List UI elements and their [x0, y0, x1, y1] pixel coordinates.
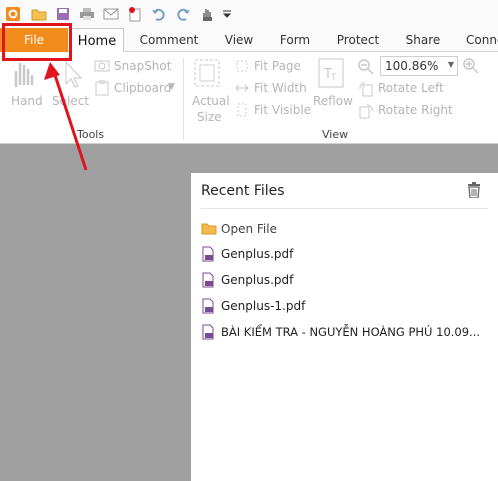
actual-size-line2[interactable]: Size — [197, 110, 222, 124]
pdf-file-icon — [201, 298, 217, 314]
pdf-file-icon — [201, 272, 217, 288]
ribbon-tabs: File Home Comment View Form Protect Shar… — [0, 28, 498, 53]
recent-file-name: Genplus.pdf — [221, 273, 294, 287]
fit-width-button[interactable]: Fit Width — [254, 81, 307, 95]
hand-button[interactable]: Hand — [11, 94, 43, 108]
recent-file-item[interactable]: Genplus.pdf — [201, 244, 293, 264]
reflow-icon: TT — [318, 58, 344, 91]
pdf-file-icon — [201, 246, 217, 262]
new-document-icon[interactable] — [126, 5, 144, 23]
recent-files-panel: Recent Files Open File Genplus.pdf Genpl… — [191, 173, 498, 481]
group-separator — [183, 58, 184, 140]
clipboard-dropdown-icon[interactable]: ▼ — [168, 82, 175, 92]
recent-file-item[interactable]: BÀI KIỂM TRA - NGUYỄN HOÀNG PHÚ 10.09... — [201, 322, 498, 342]
rotate-left-icon — [358, 81, 374, 100]
zoom-out-icon[interactable] — [358, 59, 374, 78]
annotation-arrow — [44, 62, 88, 171]
svg-text:T: T — [330, 73, 337, 83]
recent-file-item[interactable]: Genplus.pdf — [201, 270, 293, 290]
fit-visible-icon — [235, 103, 249, 120]
tab-comment[interactable]: Comment — [132, 28, 206, 52]
tab-share[interactable]: Share — [396, 28, 450, 52]
zoom-in-icon[interactable] — [463, 58, 479, 77]
hand-icon — [10, 58, 36, 91]
undo-icon[interactable] — [150, 5, 168, 23]
tab-view[interactable]: View — [214, 28, 264, 52]
trash-icon[interactable] — [467, 182, 481, 201]
tab-protect[interactable]: Protect — [328, 28, 388, 52]
recent-file-name: Genplus-1.pdf — [221, 299, 306, 313]
zoom-level-field[interactable]: 100.86% ▼ — [380, 56, 458, 76]
hand-tool-icon[interactable] — [198, 5, 216, 23]
redo-icon[interactable] — [174, 5, 192, 23]
group-label-view: View — [322, 128, 349, 141]
zoom-dropdown-icon[interactable]: ▼ — [448, 60, 454, 69]
customize-dropdown-icon[interactable] — [220, 5, 234, 23]
rotate-right-icon — [358, 103, 374, 122]
rotate-left-button[interactable]: Rotate Left — [378, 81, 444, 95]
reflow-button[interactable]: Reflow — [313, 94, 353, 108]
open-file-label: Open File — [221, 222, 277, 236]
tab-connect[interactable]: Conne — [460, 28, 498, 52]
actual-size-line1[interactable]: Actual — [192, 94, 230, 108]
quick-access-toolbar — [0, 0, 498, 28]
recent-file-name: Genplus.pdf — [221, 247, 294, 261]
clipboard-button[interactable]: Clipboard — [114, 81, 171, 95]
fit-page-icon — [235, 59, 249, 76]
file-tab-highlight-box — [2, 23, 72, 61]
save-icon[interactable] — [54, 5, 72, 23]
snapshot-button[interactable]: SnapShot — [114, 59, 171, 73]
recent-file-item[interactable]: Genplus-1.pdf — [201, 296, 305, 316]
open-file-link[interactable]: Open File — [201, 219, 277, 239]
panel-divider — [201, 208, 488, 209]
zoom-value: 100.86% — [385, 59, 439, 73]
tab-home[interactable]: Home — [70, 28, 124, 53]
fit-visible-button[interactable]: Fit Visible — [254, 103, 311, 117]
rotate-right-button[interactable]: Rotate Right — [378, 103, 453, 117]
app-logo-icon — [4, 5, 22, 23]
fit-width-icon — [235, 81, 249, 98]
open-folder-icon[interactable] — [30, 5, 48, 23]
recent-file-name: BÀI KIỂM TRA - NGUYỄN HOÀNG PHÚ 10.09... — [221, 325, 481, 339]
recent-files-title: Recent Files — [201, 183, 285, 199]
folder-icon — [201, 221, 217, 237]
print-icon[interactable] — [78, 5, 96, 23]
tab-form[interactable]: Form — [270, 28, 320, 52]
actual-size-icon — [193, 58, 221, 91]
pdf-file-icon — [201, 324, 217, 340]
fit-page-button[interactable]: Fit Page — [254, 59, 301, 73]
email-icon[interactable] — [102, 5, 120, 23]
